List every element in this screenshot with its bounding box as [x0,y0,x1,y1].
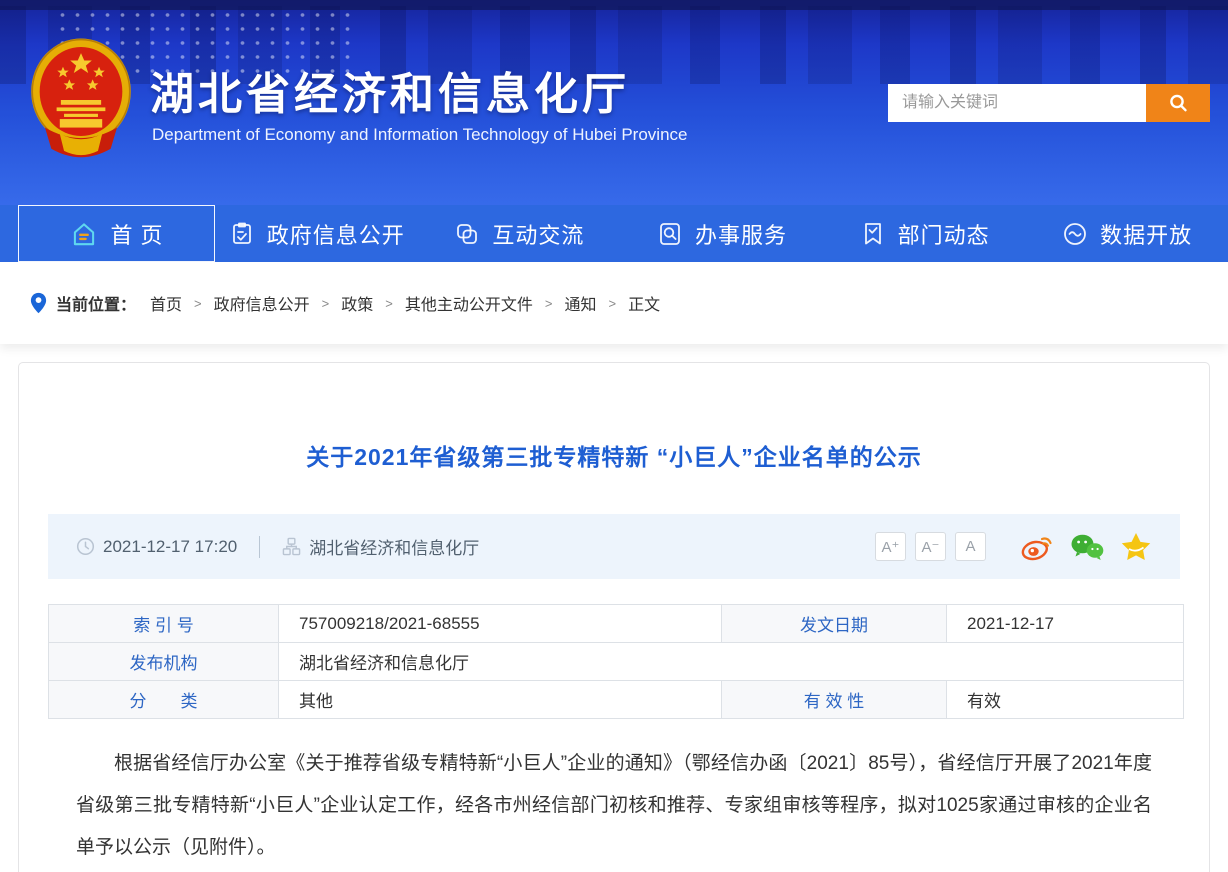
source-org-icon [282,537,301,556]
nav-label-services: 办事服务 [695,218,787,250]
site-title: 湖北省经济和信息化厅 [150,58,630,122]
nav-item-services[interactable]: 办事服务 [620,205,823,262]
breadcrumb-separator: > [385,296,393,311]
index-number-label: 索 引 号 [49,605,279,643]
article-meta-bar: 2021-12-17 17:20 湖北省经济和信息化厅 A⁺ A⁻ A [48,514,1180,579]
department-news-icon [859,220,887,248]
breadcrumb-item-other-documents[interactable]: 其他主动公开文件 [405,291,533,315]
national-emblem-icon [28,36,134,169]
breadcrumb-separator: > [608,296,616,311]
nav-item-open-data[interactable]: 数据开放 [1025,205,1228,262]
nav-item-department-news[interactable]: 部门动态 [823,205,1026,262]
font-reset-button[interactable]: A [955,532,986,561]
interaction-icon [453,220,481,248]
font-decrease-button[interactable]: A⁻ [915,532,946,561]
issue-date-label: 发文日期 [722,605,947,643]
site-search [888,84,1210,122]
nav-item-info-disclosure[interactable]: 政府信息公开 [215,205,418,262]
wechat-share-icon[interactable] [1070,533,1104,561]
open-data-icon [1061,220,1089,248]
home-icon [69,219,99,249]
table-row: 分 类 其他 有 效 性 有效 [49,681,1184,719]
share-group [1020,532,1152,562]
meta-divider [259,536,260,558]
nav-label-department-news: 部门动态 [898,218,990,250]
qzone-share-icon[interactable] [1120,532,1152,562]
location-pin-icon [30,292,47,314]
validity-value: 有效 [947,681,1184,719]
weibo-share-icon[interactable] [1020,533,1054,561]
nav-label-open-data: 数据开放 [1100,218,1192,250]
breadcrumb: 当前位置： 首页 > 政府信息公开 > 政策 > 其他主动公开文件 > 通知 >… [0,262,1228,344]
breadcrumb-item-info-disclosure[interactable]: 政府信息公开 [214,291,310,315]
publish-source: 湖北省经济和信息化厅 [309,534,479,559]
article-body-paragraph: 根据省经信厅办公室《关于推荐省级专精特新“小巨人”企业的通知》（鄂经信办函〔20… [76,743,1152,869]
info-disclosure-icon [228,220,256,248]
article-card: 关于2021年省级第三批专精特新 “小巨人”企业名单的公示 2021-12-17… [18,362,1210,872]
nav-label-interaction: 互动交流 [492,218,584,250]
validity-label: 有 效 性 [722,681,947,719]
main-nav: 首 页 政府信息公开 互动交流 [0,205,1228,262]
nav-label-info-disclosure: 政府信息公开 [267,218,405,250]
category-value: 其他 [279,681,722,719]
nav-item-home[interactable]: 首 页 [18,205,215,262]
breadcrumb-item-home[interactable]: 首页 [150,291,182,315]
breadcrumb-item-notice[interactable]: 通知 [564,291,596,315]
table-row: 索 引 号 757009218/2021-68555 发文日期 2021-12-… [49,605,1184,643]
document-info-table: 索 引 号 757009218/2021-68555 发文日期 2021-12-… [48,604,1184,719]
breadcrumb-separator: > [545,296,553,311]
category-label: 分 类 [49,681,279,719]
services-icon [656,220,684,248]
publisher-value: 湖北省经济和信息化厅 [279,643,1184,681]
publisher-label: 发布机构 [49,643,279,681]
search-input[interactable] [888,84,1146,122]
site-subtitle: Department of Economy and Information Te… [152,125,687,145]
breadcrumb-label: 当前位置： [56,291,136,315]
index-number-value: 757009218/2021-68555 [279,605,722,643]
clock-icon [76,537,95,556]
breadcrumb-separator: > [322,296,330,311]
table-row: 发布机构 湖北省经济和信息化厅 [49,643,1184,681]
breadcrumb-item-current: 正文 [628,291,660,315]
publish-datetime: 2021-12-17 17:20 [103,537,237,557]
breadcrumb-item-policy[interactable]: 政策 [341,291,373,315]
font-increase-button[interactable]: A⁺ [875,532,906,561]
site-header: 湖北省经济和信息化厅 Department of Economy and Inf… [0,0,1228,205]
search-icon [1166,91,1190,115]
nav-item-interaction[interactable]: 互动交流 [418,205,621,262]
breadcrumb-separator: > [194,296,202,311]
article-title: 关于2021年省级第三批专精特新 “小巨人”企业名单的公示 [48,438,1180,472]
issue-date-value: 2021-12-17 [947,605,1184,643]
search-button[interactable] [1146,84,1210,122]
nav-label-home: 首 页 [110,218,163,250]
